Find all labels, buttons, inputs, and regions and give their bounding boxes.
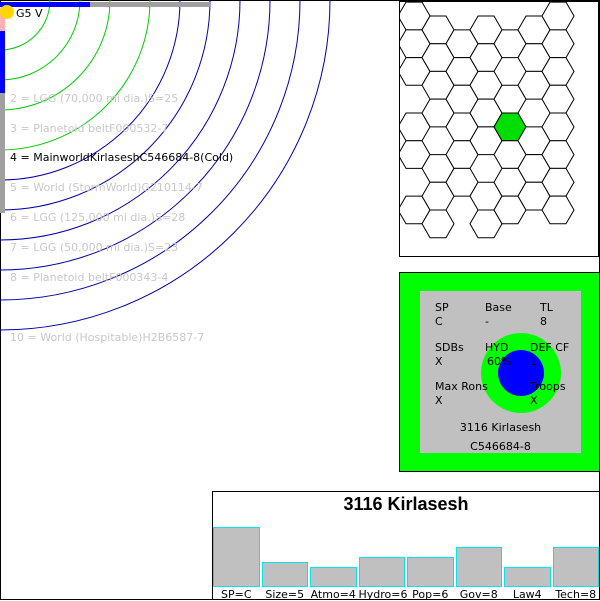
orbit-label[interactable]: 8 = Planetoid beltF000343-4 (10, 271, 168, 284)
uwp-panel: SP C Base - TL 8 SDBs X HYD 60% DEF CF 1… (399, 272, 600, 472)
stat-bar (407, 557, 454, 587)
side-bar-blue (0, 31, 5, 93)
top-bar-blue (0, 2, 90, 7)
troops-value: X (530, 394, 538, 407)
stat-bar (455, 547, 502, 587)
uwp-inner: SP C Base - TL 8 SDBs X HYD 60% DEF CF 1… (420, 291, 581, 453)
orbit-label[interactable]: 4 = MainworldKirlaseshC546684-8(Cold) (10, 151, 233, 164)
orbit-ring (0, 0, 271, 271)
stat-bar (213, 527, 260, 587)
orbit-label[interactable]: 6 = LGG (125,000 mi dia.)S=28 (10, 211, 185, 224)
sdbs-value: X (435, 355, 443, 368)
orbit-label[interactable]: 5 = World (StormWorld)G210114-7 (10, 181, 203, 194)
stat-bar (552, 547, 599, 587)
stat-bar-label: Hydro=6 (358, 588, 408, 601)
star-icon (0, 5, 14, 19)
stat-bar (358, 557, 405, 587)
hyd-value: 60% (487, 355, 512, 368)
orbit-label[interactable]: 7 = LGG (50,000 mi dia.)S=23 (10, 241, 178, 254)
orbit-label[interactable]: 3 = Planetoid beltF000532-7 (10, 122, 168, 135)
defcf-value: 1 (530, 355, 537, 368)
troops-label: Troops (530, 380, 566, 393)
tl-label: TL (540, 301, 553, 314)
maxrons-label: Max Rons (435, 380, 488, 393)
stat-bar (261, 562, 308, 587)
stat-bar-label: Gov=8 (459, 588, 498, 601)
orbit-ring (0, 0, 241, 241)
hex-map[interactable] (397, 1, 599, 257)
sdbs-label: SDBs (435, 341, 464, 354)
starport-label: SP (435, 301, 449, 314)
stat-bar-label: Atmo=4 (310, 588, 356, 601)
tl-value: 8 (540, 315, 547, 328)
world-title: 3116 Kirlasesh (343, 494, 469, 514)
side-bar-gray (0, 93, 5, 213)
base-value: - (485, 315, 489, 328)
stat-bar (504, 567, 551, 587)
defcf-label: DEF CF (530, 341, 570, 354)
starport-value: C (435, 315, 443, 328)
stat-bar-label: Size=5 (265, 588, 305, 601)
hyd-label: HYD (485, 341, 509, 354)
orbit-label[interactable]: 2 = LGG (70,000 mi dia.)S=25 (10, 92, 178, 105)
stat-bar-label: Law4 (512, 588, 542, 601)
maxrons-value: X (435, 394, 443, 407)
top-bar-gray (90, 2, 210, 7)
orbit-ring (0, 0, 301, 301)
uwp-world-name: 3116 Kirlasesh (459, 421, 542, 434)
stat-bar-label: SP=C (220, 588, 252, 601)
stat-bar-label: Pop=6 (412, 588, 449, 601)
world-stats-panel: 3116 Kirlasesh SP=C Size=5 Atmo=4 Hydro=6 Po… (212, 491, 600, 601)
uwp-code: C546684-8 (470, 440, 531, 453)
orbit-label[interactable]: 10 = World (Hospitable)H2B6587-7 (10, 331, 204, 344)
stat-bar-label: Tech=8 (555, 588, 597, 601)
stat-bar (310, 567, 357, 587)
star-label: G5 V (16, 7, 43, 20)
base-label: Base (485, 301, 512, 314)
